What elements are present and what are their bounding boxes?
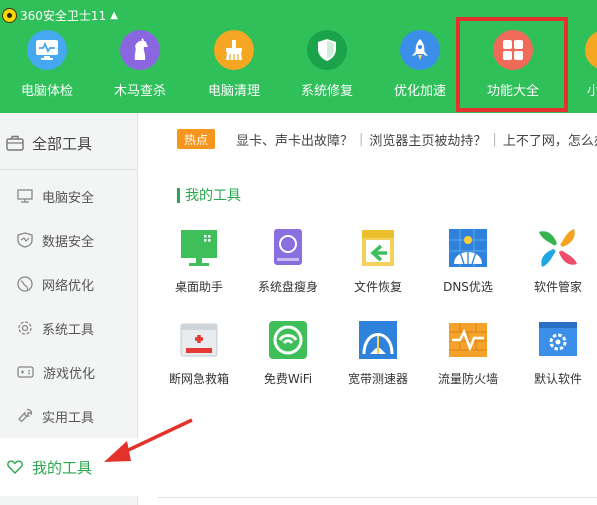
nav-optimize-speedup[interactable]: 优化加速 xyxy=(374,30,466,108)
rocket-icon xyxy=(400,30,440,70)
tool-software-manager[interactable]: 软件管家 xyxy=(515,226,597,295)
sidebar-item-label: 网络优化 xyxy=(42,278,95,294)
nav-label: 功能大全 xyxy=(486,84,539,99)
up-arrow-icon[interactable]: ▲ xyxy=(110,10,118,21)
tool-label: 软件管家 xyxy=(533,280,582,294)
wrench-icon xyxy=(18,408,33,423)
tool-network-first-aid[interactable]: 断网急救箱 xyxy=(156,318,242,387)
file-recovery-icon xyxy=(362,230,394,266)
sidebar-item-label: 电脑安全 xyxy=(42,190,95,206)
toolbox-icon xyxy=(6,135,24,151)
tool-label: 桌面助手 xyxy=(174,280,223,294)
computer-security-icon xyxy=(17,189,33,203)
nav-trojan-scan[interactable]: 木马查杀 xyxy=(94,30,186,108)
heart-icon xyxy=(7,460,23,474)
sidebar-item-utility-tools[interactable]: 实用工具 xyxy=(0,400,137,432)
tool-desktop-assistant[interactable]: 桌面助手 xyxy=(156,226,242,295)
divider xyxy=(0,169,137,170)
nav-label: 电脑清理 xyxy=(207,84,260,99)
tool-broadband-speed-test[interactable]: 宽带测速器 xyxy=(335,318,421,387)
sidebar-item-my-tools[interactable]: 我的工具 xyxy=(0,438,138,496)
tool-traffic-firewall[interactable]: 流量防火墙 xyxy=(425,318,511,387)
dns-icon xyxy=(449,229,487,267)
tool-dns-optimize[interactable]: DNS优选 xyxy=(425,226,511,295)
nav-partial[interactable]: 小 xyxy=(564,30,597,108)
sidebar-item-label: 系统工具 xyxy=(42,322,95,338)
partial-icon xyxy=(585,30,597,70)
divider: | xyxy=(359,131,364,147)
tool-disk-slim[interactable]: 系统盘瘦身 xyxy=(245,226,331,295)
hot-link[interactable]: 显卡、声卡出故障？ xyxy=(236,130,353,149)
tool-label: 流量防火墙 xyxy=(437,372,498,386)
speedometer-icon xyxy=(359,321,397,359)
sidebar-header-label: 全部工具 xyxy=(32,134,93,153)
tool-file-recovery[interactable]: 文件恢复 xyxy=(335,226,421,295)
nav-label: 小 xyxy=(587,84,597,99)
nav-pc-cleanup[interactable]: 电脑清理 xyxy=(188,30,280,108)
default-software-icon xyxy=(539,322,577,356)
monitor-icon xyxy=(27,30,67,70)
disk-slim-icon xyxy=(274,229,302,265)
nav-label: 木马查杀 xyxy=(113,84,166,99)
data-shield-icon xyxy=(17,232,33,248)
globe-icon xyxy=(17,276,33,292)
first-aid-kit-icon xyxy=(180,323,218,357)
sidebar-header-all-tools[interactable]: 全部工具 xyxy=(0,123,138,163)
sidebar-item-label: 实用工具 xyxy=(42,410,95,426)
divider: | xyxy=(492,131,497,147)
tool-label: 文件恢复 xyxy=(353,280,402,294)
gamepad-icon xyxy=(17,366,34,378)
nav-label: 电脑体检 xyxy=(20,84,73,99)
nav-system-repair[interactable]: 系统修复 xyxy=(281,30,373,108)
tool-label: DNS优选 xyxy=(443,280,493,294)
tool-default-software[interactable]: 默认软件 xyxy=(515,318,597,387)
tool-label: 宽带测速器 xyxy=(347,372,408,386)
app-title: 360安全卫士11 xyxy=(20,8,107,23)
360-logo-icon xyxy=(2,7,17,23)
sidebar-item-game-optimize[interactable]: 游戏优化 xyxy=(0,356,137,388)
sidebar-item-label: 我的工具 xyxy=(32,458,93,477)
sidebar-item-network-optimize[interactable]: 网络优化 xyxy=(0,268,137,300)
hot-link[interactable]: 上不了网，怎么办 xyxy=(503,130,597,149)
tool-label: 系统盘瘦身 xyxy=(257,280,318,294)
sidebar-item-label: 数据安全 xyxy=(42,234,95,250)
section-title-my-tools: 我的工具 xyxy=(177,186,241,204)
sidebar-item-pc-security[interactable]: 电脑安全 xyxy=(0,180,137,212)
software-manager-icon xyxy=(539,229,577,267)
tool-label: 默认软件 xyxy=(533,372,582,386)
wifi-icon xyxy=(269,321,307,359)
sidebar: 全部工具 电脑安全 数据安全 网络优化 系统工具 游戏优化 实用工具 我的工具 xyxy=(0,113,138,505)
sidebar-item-system-tools[interactable]: 系统工具 xyxy=(0,312,137,344)
hot-badge: 热点 xyxy=(177,129,215,149)
horse-icon xyxy=(120,30,160,70)
tool-label: 断网急救箱 xyxy=(168,372,229,386)
desktop-assistant-icon xyxy=(181,230,217,266)
shield-icon xyxy=(307,30,347,70)
app-title-bar: 360安全卫士11 ▲ xyxy=(2,6,118,24)
tool-free-wifi[interactable]: 免费WiFi xyxy=(245,318,331,387)
nav-label: 系统修复 xyxy=(300,84,353,99)
nav-pc-checkup[interactable]: 电脑体检 xyxy=(1,30,93,108)
top-toolbar: 360安全卫士11 ▲ 电脑体检 木马查杀 电脑清理 系统修复 优化加速 功能大… xyxy=(0,0,597,113)
nav-label: 优化加速 xyxy=(393,84,446,99)
tool-label: 免费WiFi xyxy=(263,372,313,386)
divider xyxy=(158,497,597,498)
grid-icon xyxy=(493,30,533,70)
sidebar-item-label: 游戏优化 xyxy=(43,366,96,382)
hot-topics: 显卡、声卡出故障？ | 浏览器主页被劫持？ | 上不了网，怎么办 xyxy=(236,129,597,149)
gear-icon xyxy=(18,321,32,335)
sidebar-item-data-security[interactable]: 数据安全 xyxy=(0,224,137,256)
nav-all-functions[interactable]: 功能大全 xyxy=(467,30,559,108)
broom-icon xyxy=(214,30,254,70)
hot-link[interactable]: 浏览器主页被劫持？ xyxy=(369,130,486,149)
firewall-icon xyxy=(449,323,487,357)
